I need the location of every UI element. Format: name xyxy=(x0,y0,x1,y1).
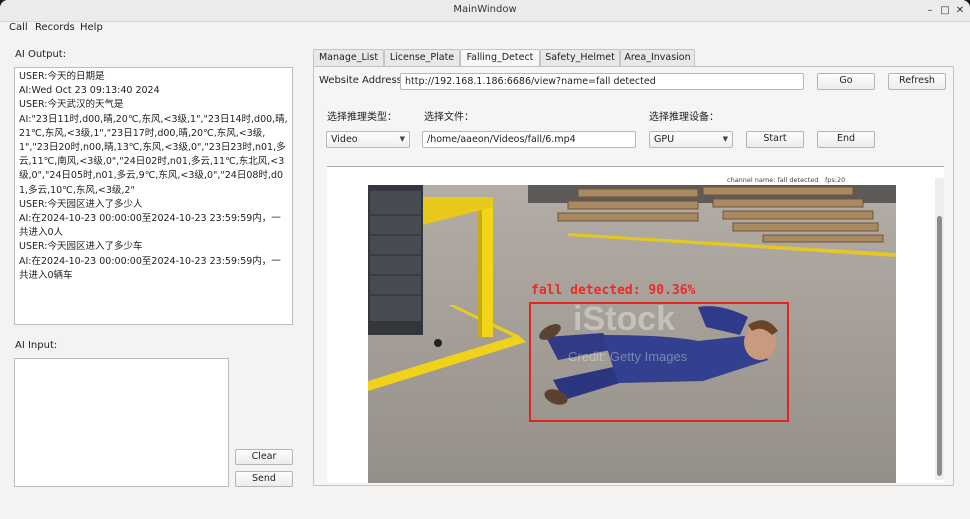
inference-device-select[interactable]: GPU ▼ xyxy=(649,131,733,148)
website-address-label: Website Address: xyxy=(319,75,406,86)
chat-message: AI:"23日11时,d00,晴,20℃,东风,<3级,1","23日14时,d… xyxy=(19,113,288,196)
inference-type-select[interactable]: Video ▼ xyxy=(326,131,410,148)
fall-detection-box xyxy=(529,302,789,422)
inference-type-label: 选择推理类型： xyxy=(327,112,397,123)
tab-area-invasion[interactable]: Area_Invasion xyxy=(620,49,695,67)
tab-license-plate[interactable]: License_Plate xyxy=(384,49,460,67)
chat-message: USER:今天园区进入了多少车 xyxy=(19,241,143,253)
minimize-icon[interactable]: – xyxy=(924,5,936,17)
chat-message: USER:今天武汉的天气是 xyxy=(19,99,124,111)
file-path-input[interactable]: /home/aaeon/Videos/fall/6.mp4 xyxy=(422,131,636,148)
select-file-label: 选择文件： xyxy=(424,112,474,123)
chat-message: AI:在2024-10-23 00:00:00至2024-10-23 23:59… xyxy=(19,255,281,281)
menu-call[interactable]: Call xyxy=(9,22,28,33)
end-button[interactable]: End xyxy=(817,131,875,148)
main-window: MainWindow – □ ✕ Call Records Help AI Ou… xyxy=(0,0,970,519)
ai-output-label: AI Output: xyxy=(15,49,67,60)
window-title: MainWindow xyxy=(453,4,517,15)
ai-input-label: AI Input: xyxy=(15,340,58,351)
menu-bar: Call Records Help xyxy=(0,22,970,38)
refresh-button[interactable]: Refresh xyxy=(888,73,946,90)
webview-scrollbar[interactable] xyxy=(935,178,944,480)
chevron-down-icon: ▼ xyxy=(722,135,728,143)
chat-message: AI:在2024-10-23 00:00:00至2024-10-23 23:59… xyxy=(19,213,281,239)
scrollbar-thumb[interactable] xyxy=(937,216,942,476)
ai-output-panel[interactable]: USER:今天的日期是 AI:Wed Oct 23 09:13:40 2024 … xyxy=(14,67,293,325)
channel-name-text: channel name: fall detected xyxy=(727,176,819,184)
maximize-icon[interactable]: □ xyxy=(939,5,951,17)
inference-device-label: 选择推理设备： xyxy=(649,112,719,123)
inference-device-value: GPU xyxy=(654,134,675,145)
chat-message: USER:今天的日期是 xyxy=(19,71,105,82)
chat-message: AI:Wed Oct 23 09:13:40 2024 xyxy=(19,85,160,97)
tab-manage-list[interactable]: Manage_List xyxy=(313,49,384,67)
send-button[interactable]: Send xyxy=(235,471,293,487)
title-bar: MainWindow – □ ✕ xyxy=(0,0,970,22)
ai-input-field[interactable] xyxy=(14,358,229,487)
video-frame: iStock Credit: Getty Images fall detecte… xyxy=(368,185,896,483)
website-address-input[interactable]: http://192.168.1.186:6686/view?name=fall… xyxy=(400,73,804,90)
fps-text: fps:20 xyxy=(825,176,846,184)
inference-type-value: Video xyxy=(331,134,358,145)
menu-records[interactable]: Records xyxy=(35,22,75,33)
start-button[interactable]: Start xyxy=(746,131,804,148)
close-icon[interactable]: ✕ xyxy=(954,5,966,17)
menu-help[interactable]: Help xyxy=(80,22,103,33)
chevron-down-icon: ▼ xyxy=(399,135,405,143)
go-button[interactable]: Go xyxy=(817,73,875,90)
fall-detection-label: fall detected: 90.36% xyxy=(531,283,696,298)
chat-message: USER:今天园区进入了多少人 xyxy=(19,198,143,210)
clear-button[interactable]: Clear xyxy=(235,449,293,465)
tab-safety-helmet[interactable]: Safety_Helmet xyxy=(540,49,620,67)
